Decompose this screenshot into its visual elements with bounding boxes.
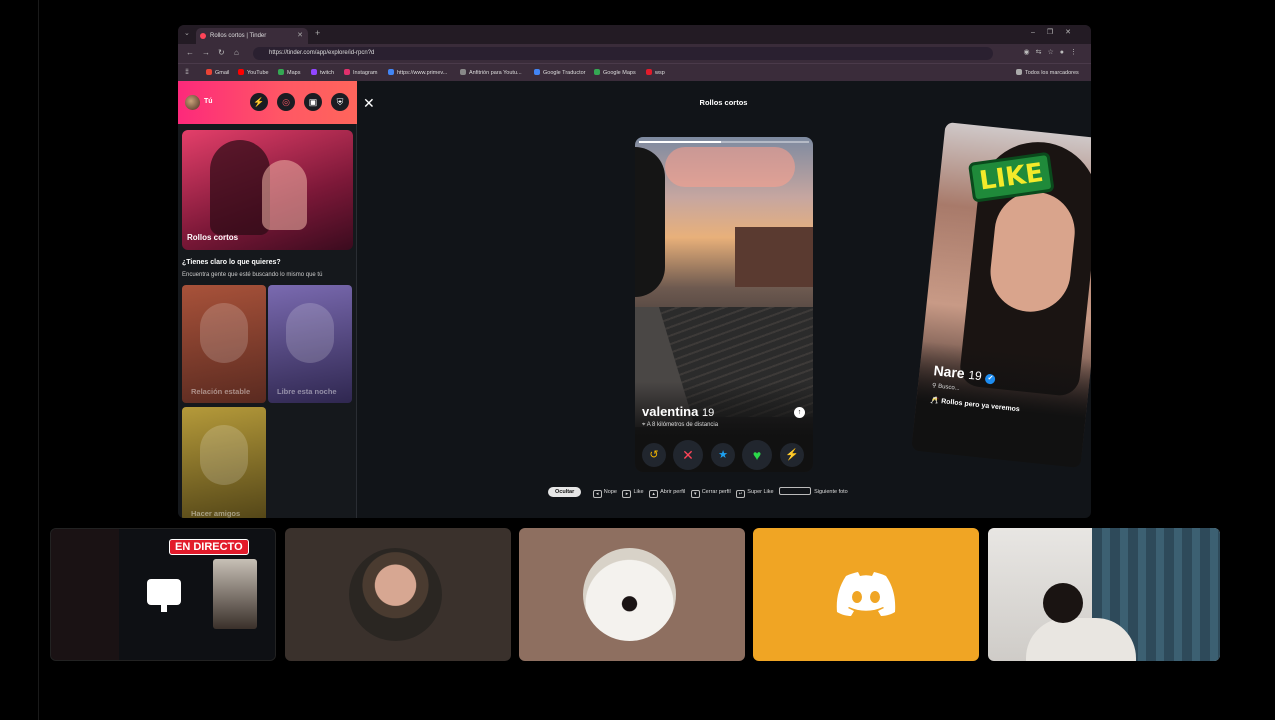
card-libre-esta-noche[interactable]: Libre esta noche [268, 285, 352, 403]
new-tab-icon[interactable]: + [315, 28, 320, 38]
tab-close-icon[interactable]: ✕ [297, 28, 303, 44]
tab-title: Rollos cortos | Tinder [210, 33, 267, 39]
like-button[interactable]: ♥ [742, 440, 772, 470]
back-icon[interactable]: ← [186, 48, 194, 57]
profile-name: valentina 19 [642, 404, 715, 419]
left-divider [38, 0, 39, 720]
participant-tile-webcam[interactable] [988, 528, 1220, 661]
action-buttons: ↺ ✕ ★ ♥ ⚡ [635, 439, 813, 470]
featured-card-label: Rollos cortos [187, 233, 239, 242]
card-label: Relación estable [191, 387, 251, 396]
reload-icon[interactable]: ↻ [218, 48, 225, 57]
info-icon[interactable]: ↑ [794, 407, 805, 418]
page-title: Rollos cortos [699, 98, 748, 107]
current-profile-card[interactable]: valentina 19 ⌖ A 8 kilómetros de distanc… [635, 137, 813, 472]
bookmarks-bar: ⣿ Gmail YouTube Maps twitch Instagram ht… [178, 63, 1091, 81]
home-icon[interactable]: ⌂ [234, 48, 239, 57]
section-heading: ¿Tienes claro lo que quieres? [182, 259, 281, 266]
window-controls[interactable]: –❐✕ [1031, 28, 1083, 36]
card-label: Libre esta noche [277, 387, 337, 396]
card-relacion-estable[interactable]: Relación estable [182, 285, 266, 403]
address-bar-row: ← → ↻ ⌂ https://tinder.com/app/explore/i… [178, 44, 1091, 63]
hide-hints-button[interactable]: Ocultar [548, 487, 582, 497]
tab-search-icon[interactable]: ⌄ [184, 29, 190, 37]
participant-tile-screenshare[interactable]: EN DIRECTO [50, 528, 276, 661]
boost-button[interactable]: ⚡ [780, 443, 804, 467]
url-text: https://tinder.com/app/explore/id-rpcn?d [269, 50, 375, 56]
participant-tile[interactable] [519, 528, 745, 661]
key-left-icon: ◂ [592, 490, 602, 498]
live-badge: EN DIRECTO [169, 539, 249, 555]
next-profile-card[interactable]: LIKE Nare 19 ✓ ⚲ Busco... 🥂 Rollos pero … [911, 122, 1091, 468]
bookmark-item[interactable]: Gmail [206, 69, 229, 76]
card-label: Hacer amigos [191, 509, 241, 518]
bookmark-item[interactable]: Anfitrión para Youtu... [460, 69, 522, 76]
apps-icon[interactable]: ⣿ [185, 69, 189, 75]
participant-person [1043, 583, 1083, 623]
key-up-icon: ▴ [649, 490, 659, 498]
featured-card-rollos-cortos[interactable]: Rollos cortos [182, 130, 353, 250]
key-down-icon: ▾ [690, 490, 700, 498]
forward-icon[interactable]: → [202, 48, 210, 57]
participant-avatar [583, 548, 676, 641]
browser-tab[interactable]: Rollos cortos | Tinder ✕ [196, 28, 308, 44]
monitor-icon [147, 579, 181, 612]
bookmark-item[interactable]: Instagram [344, 69, 377, 76]
participant-avatar [349, 548, 442, 641]
nope-button[interactable]: ✕ [673, 440, 703, 470]
rewind-button[interactable]: ↺ [642, 443, 666, 467]
super-like-button[interactable]: ★ [711, 443, 735, 467]
bookmark-item[interactable]: YouTube [238, 69, 269, 76]
bookmark-item[interactable]: Maps [278, 69, 300, 76]
keyboard-hints: Ocultar ◂ Nope ▸ Like ▴ Abrir perfil ▾ Cerra… [548, 487, 848, 501]
profile-age: 19 [701, 407, 715, 419]
section-subtitle: Encuentra gente que esté buscando lo mis… [182, 272, 323, 278]
card-hacer-amigos[interactable]: Hacer amigos [182, 407, 266, 518]
photo-progress-bar [639, 141, 809, 143]
key-right-icon: ▸ [622, 490, 632, 498]
extension-icons[interactable]: ◉⇆☆●⋮ [1024, 48, 1083, 56]
url-field[interactable]: https://tinder.com/app/explore/id-rpcn?d [253, 47, 993, 60]
bookmark-item[interactable]: Google Traductor [534, 69, 586, 76]
bookmark-item[interactable]: twitch [311, 69, 334, 76]
bookmark-item[interactable]: wsp [646, 69, 665, 76]
all-bookmarks[interactable]: Todos los marcadores [1016, 69, 1079, 76]
participant-tile[interactable] [753, 528, 979, 661]
profile-distance: ⌖ A 8 kilómetros de distancia [642, 422, 719, 428]
bookmark-item[interactable]: https://www.primev... [388, 69, 447, 76]
bookmark-item[interactable]: Google Maps [594, 69, 636, 76]
tinder-sidebar: Tú ⚡ ◎ ▣ ⛨ Rollos cortos ¿Tienes claro l… [178, 81, 357, 518]
browser-tab-bar: ⌄ Rollos cortos | Tinder ✕ + –❐✕ [178, 25, 1091, 44]
verified-icon: ✓ [984, 373, 996, 385]
tinder-favicon-icon [200, 33, 206, 39]
discord-logo-icon [836, 572, 896, 616]
shared-screen: ⌄ Rollos cortos | Tinder ✕ + –❐✕ ← → ↻ ⌂… [178, 25, 1091, 518]
key-space-icon [779, 487, 812, 495]
participant-tile[interactable] [285, 528, 511, 661]
key-enter-icon: ↵ [736, 490, 746, 498]
